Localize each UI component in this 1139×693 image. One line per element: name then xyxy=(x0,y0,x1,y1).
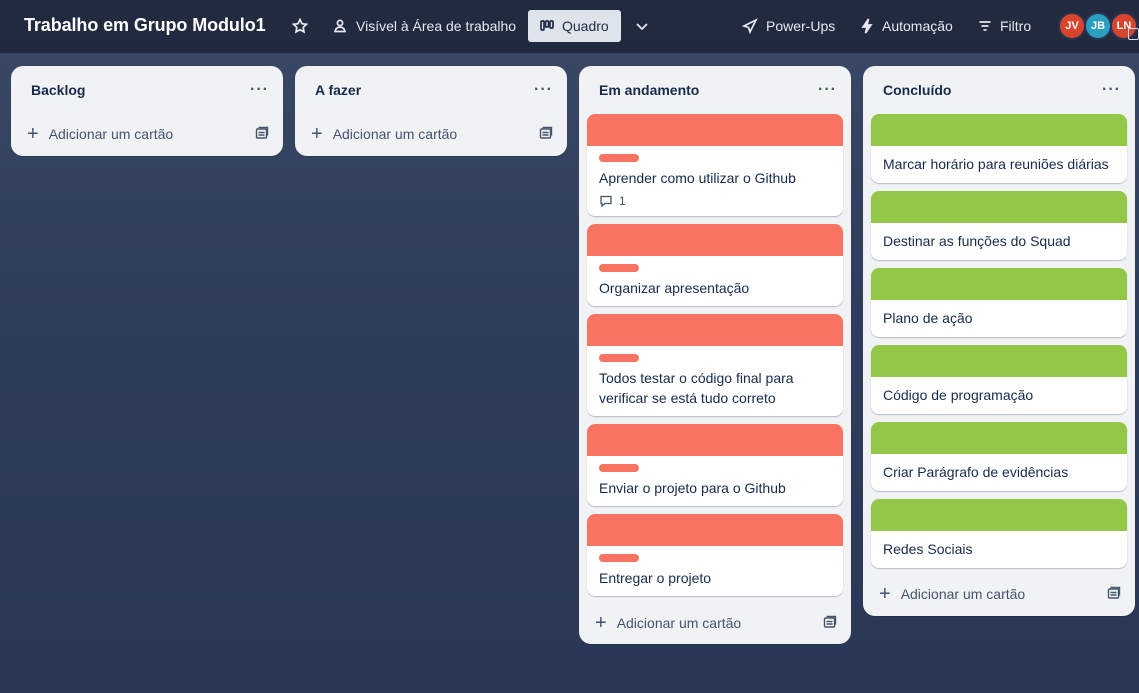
plus-icon: + xyxy=(879,583,891,605)
add-card-row: + Adicionar um cartão xyxy=(863,572,1135,616)
card[interactable]: Redes Sociais xyxy=(871,499,1127,568)
card-title: Destinar as funções do Squad xyxy=(883,233,1071,249)
add-card-button[interactable]: + Adicionar um cartão xyxy=(311,124,457,144)
card-label[interactable] xyxy=(599,464,639,472)
avatar[interactable]: JV xyxy=(1058,12,1086,40)
card-cover xyxy=(587,514,843,546)
filter-icon xyxy=(979,21,991,31)
template-icon[interactable] xyxy=(255,126,269,143)
list-title[interactable]: Em andamento xyxy=(599,82,699,98)
card-cover xyxy=(871,268,1127,300)
card[interactable]: Aprender como utilizar o Github 1 xyxy=(587,114,843,216)
board-title[interactable]: Trabalho em Grupo Modulo1 xyxy=(24,15,266,36)
list-menu-icon[interactable]: ··· xyxy=(818,81,837,99)
visibility-button[interactable]: Visível à Área de trabalho xyxy=(326,10,522,42)
card-cover xyxy=(871,422,1127,454)
list-a-fazer: A fazer ··· + Adicionar um cartão xyxy=(295,66,567,156)
filter-label: Filtro xyxy=(1000,18,1032,34)
plus-icon: + xyxy=(27,123,39,145)
list-menu-icon[interactable]: ··· xyxy=(250,81,269,99)
card-title: Enviar o projeto para o Github xyxy=(599,480,786,496)
card-cover xyxy=(587,114,843,146)
chevron-down-icon xyxy=(636,23,648,31)
card[interactable]: Criar Parágrafo de evidências xyxy=(871,422,1127,491)
card-badges: 1 xyxy=(599,194,831,208)
star-button[interactable] xyxy=(286,10,314,42)
card[interactable]: Entregar o projeto xyxy=(587,514,843,596)
card-title: Marcar horário para reuniões diárias xyxy=(883,156,1109,172)
share-icon[interactable] xyxy=(1128,28,1139,40)
list-menu-icon[interactable]: ··· xyxy=(1102,81,1121,99)
board-header: Trabalho em Grupo Modulo1 Visível à Área… xyxy=(0,0,1139,53)
lightning-icon xyxy=(861,18,873,34)
card-title: Plano de ação xyxy=(883,310,973,326)
card[interactable]: Marcar horário para reuniões diárias xyxy=(871,114,1127,183)
list-concluido: Concluído ··· Marcar horário para reuniõ… xyxy=(863,66,1135,616)
people-icon xyxy=(333,19,347,33)
card-title: Redes Sociais xyxy=(883,541,973,557)
list-menu-icon[interactable]: ··· xyxy=(534,81,553,99)
add-card-label: Adicionar um cartão xyxy=(900,586,1026,602)
add-card-button[interactable]: + Adicionar um cartão xyxy=(879,584,1025,604)
add-card-label: Adicionar um cartão xyxy=(48,126,174,142)
card-title: Código de programação xyxy=(883,387,1034,403)
comment-icon xyxy=(600,195,612,208)
template-icon[interactable] xyxy=(823,615,837,632)
add-card-row: + Adicionar um cartão xyxy=(295,112,567,156)
card-title: Criar Parágrafo de evidências xyxy=(883,464,1069,480)
card-cover xyxy=(587,224,843,256)
card-cover xyxy=(587,424,843,456)
list-em-andamento: Em andamento ··· Aprender como utilizar … xyxy=(579,66,851,644)
card-label[interactable] xyxy=(599,154,639,162)
board-view-icon xyxy=(540,20,554,31)
card-title: Aprender como utilizar o Github xyxy=(599,170,796,186)
plus-icon: + xyxy=(595,612,607,634)
view-switcher-board[interactable]: Quadro xyxy=(528,10,621,42)
comment-count: 1 xyxy=(619,194,626,208)
card[interactable]: Todos testar o código final para verific… xyxy=(587,314,843,416)
card-cover xyxy=(871,345,1127,377)
add-card-row: + Adicionar um cartão xyxy=(11,112,283,156)
card-label[interactable] xyxy=(599,354,639,362)
list-backlog: Backlog ··· + Adicionar um cartão xyxy=(11,66,283,156)
template-icon[interactable] xyxy=(539,126,553,143)
avatar[interactable]: JB xyxy=(1084,12,1112,40)
card-title: Organizar apresentação xyxy=(599,280,750,296)
powerups-label: Power-Ups xyxy=(766,18,836,34)
view-dropdown-button[interactable] xyxy=(630,10,654,42)
card-label[interactable] xyxy=(599,554,639,562)
list-title[interactable]: Concluído xyxy=(883,82,951,98)
view-label: Quadro xyxy=(562,18,609,34)
card-title: Entregar o projeto xyxy=(599,570,712,586)
card-cover xyxy=(871,191,1127,223)
card-cover xyxy=(871,499,1127,531)
automation-button[interactable]: Automação xyxy=(854,10,959,42)
visibility-label: Visível à Área de trabalho xyxy=(356,18,517,34)
star-icon xyxy=(292,18,308,34)
card[interactable]: Código de programação xyxy=(871,345,1127,414)
list-title[interactable]: A fazer xyxy=(315,82,361,98)
card[interactable]: Enviar o projeto para o Github xyxy=(587,424,843,506)
add-card-button[interactable]: + Adicionar um cartão xyxy=(27,124,173,144)
plus-icon: + xyxy=(311,123,323,145)
filter-button[interactable]: Filtro xyxy=(972,10,1037,42)
card-title: Todos testar o código final para verific… xyxy=(599,370,794,406)
add-card-label: Adicionar um cartão xyxy=(332,126,458,142)
template-icon[interactable] xyxy=(1107,586,1121,603)
card[interactable]: Destinar as funções do Squad xyxy=(871,191,1127,260)
rocket-icon xyxy=(742,18,758,34)
powerups-button[interactable]: Power-Ups xyxy=(736,10,841,42)
list-title[interactable]: Backlog xyxy=(31,82,85,98)
card-cover xyxy=(587,314,843,346)
card-cover xyxy=(871,114,1127,146)
add-card-button[interactable]: + Adicionar um cartão xyxy=(595,613,741,633)
add-card-label: Adicionar um cartão xyxy=(616,615,742,631)
card[interactable]: Organizar apresentação xyxy=(587,224,843,306)
automation-label: Automação xyxy=(882,18,953,34)
add-card-row: + Adicionar um cartão xyxy=(579,602,851,644)
card[interactable]: Plano de ação xyxy=(871,268,1127,337)
card-label[interactable] xyxy=(599,264,639,272)
